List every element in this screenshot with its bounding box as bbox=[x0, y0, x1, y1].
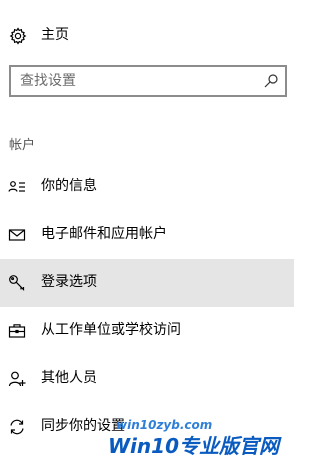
section-title: 帐户 bbox=[9, 138, 36, 153]
nav-item-label: 你的信息 bbox=[41, 178, 97, 194]
nav-item-email-accounts[interactable]: 电子邮件和应用帐户 bbox=[0, 211, 294, 259]
sync-icon bbox=[8, 418, 26, 436]
home-nav-item[interactable]: 主页 bbox=[0, 18, 294, 54]
search-box[interactable] bbox=[9, 65, 287, 97]
gear-icon bbox=[9, 27, 27, 45]
mail-icon bbox=[8, 226, 26, 244]
nav-item-sign-in-options[interactable]: 登录选项 bbox=[0, 259, 294, 307]
key-icon bbox=[8, 274, 26, 292]
search-icon[interactable] bbox=[263, 73, 279, 89]
nav-item-other-people[interactable]: 其他人员 bbox=[0, 355, 294, 403]
search-input[interactable] bbox=[20, 71, 260, 91]
home-label: 主页 bbox=[41, 27, 69, 43]
watermark-logo: win10zyb.com Win10专业版官网 bbox=[104, 418, 290, 464]
nav-item-label: 登录选项 bbox=[41, 274, 97, 290]
nav-item-label: 电子邮件和应用帐户 bbox=[41, 226, 167, 242]
nav-item-work-school[interactable]: 从工作单位或学校访问 bbox=[0, 307, 294, 355]
watermark-brand: Win10专业版官网 bbox=[108, 434, 279, 458]
add-person-icon bbox=[8, 370, 26, 388]
user-info-icon bbox=[8, 178, 26, 196]
nav-item-label: 其他人员 bbox=[41, 370, 97, 386]
nav-item-your-info[interactable]: 你的信息 bbox=[0, 163, 294, 211]
watermark-url: win10zyb.com bbox=[116, 418, 213, 432]
briefcase-icon bbox=[8, 322, 26, 340]
nav-item-label: 从工作单位或学校访问 bbox=[41, 322, 181, 338]
